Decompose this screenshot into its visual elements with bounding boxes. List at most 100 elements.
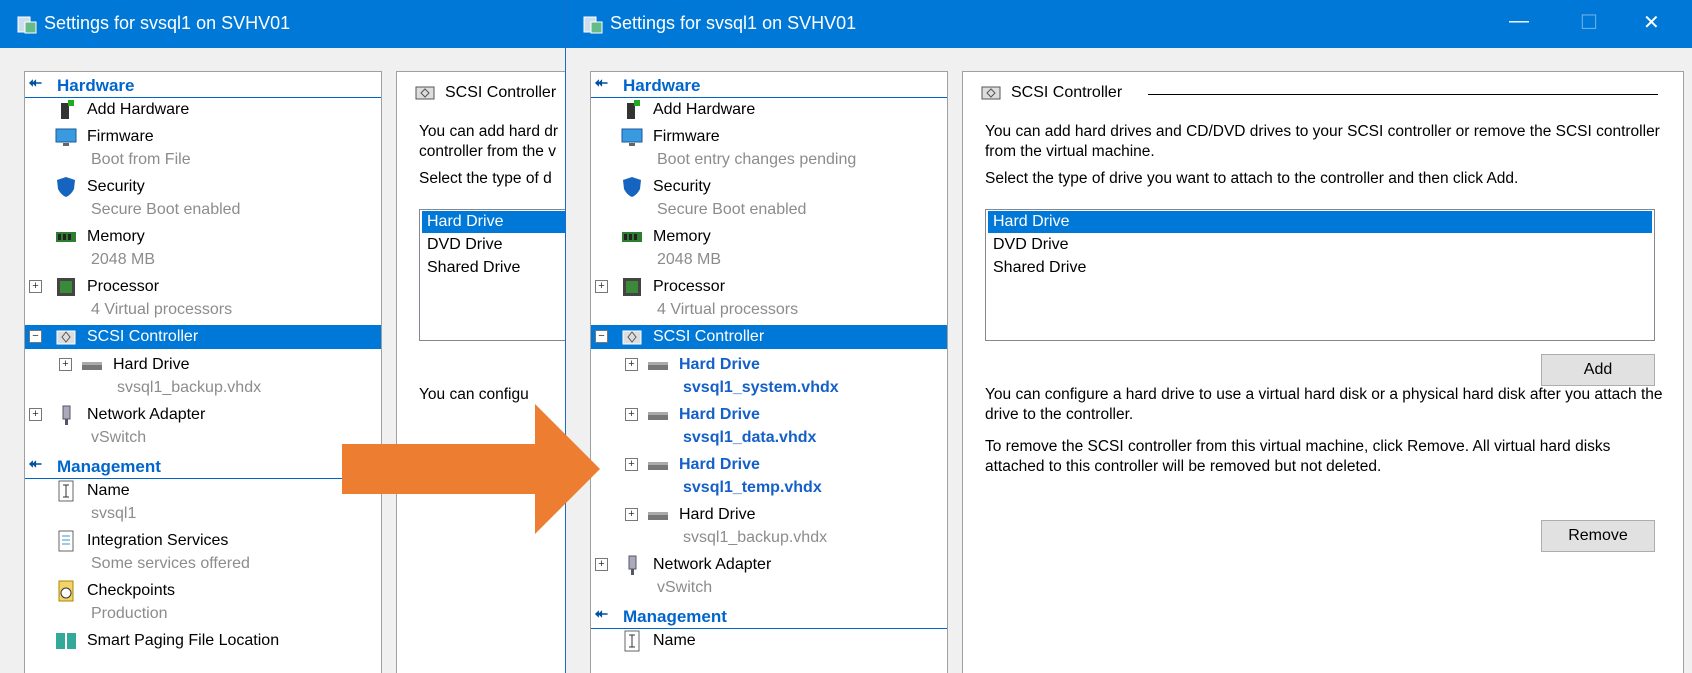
maximize-icon[interactable]: ☐: [1580, 10, 1598, 35]
shield-icon: [623, 177, 641, 197]
drive-type-list[interactable]: Hard Drive DVD Drive Shared Drive: [985, 209, 1655, 341]
nav-item-memory[interactable]: Memory: [591, 225, 947, 249]
configure-text: You can configu: [419, 386, 529, 403]
memory-detail: 2048 MB: [657, 251, 722, 268]
nav-item-hard-drive-backup[interactable]: + Hard Drive: [591, 503, 947, 527]
detail-heading: SCSI Controller: [415, 84, 556, 102]
name-detail: svsql1: [91, 505, 137, 522]
firmware-icon: [55, 128, 77, 146]
drive-type-list[interactable]: Hard Drive DVD Drive Shared Drive: [419, 209, 565, 341]
collapse-chevron-icon[interactable]: ⯬: [29, 455, 42, 473]
nav-item-name[interactable]: Name: [591, 629, 947, 653]
expand-icon[interactable]: +: [29, 280, 42, 293]
nav-item-security[interactable]: Security: [25, 175, 381, 199]
settings-nav-pane[interactable]: ⯬ Hardware Add Hardware Firmware Boot fr…: [24, 71, 382, 673]
collapse-chevron-icon[interactable]: ⯬: [595, 74, 608, 92]
firmware-detail: Boot from File: [91, 151, 191, 168]
nav-item-security[interactable]: Security: [591, 175, 947, 199]
heading-divider: [1148, 94, 1658, 95]
management-section-header[interactable]: ⯬ Management: [25, 453, 381, 479]
expand-icon[interactable]: +: [595, 558, 608, 571]
expand-icon[interactable]: +: [625, 508, 638, 521]
settings-nav-pane[interactable]: ⯬ Hardware Add Hardware Firmware Boot en…: [590, 71, 948, 673]
drive-type-option[interactable]: Shared Drive: [422, 257, 565, 279]
processor-detail: 4 Virtual processors: [657, 301, 799, 318]
configure-text: You can configure a hard drive to use a …: [985, 386, 1663, 423]
collapse-chevron-icon[interactable]: ⯬: [29, 74, 42, 92]
drive-type-option[interactable]: Hard Drive: [988, 211, 1652, 233]
nav-item-memory[interactable]: Memory: [25, 225, 381, 249]
nav-item-hard-drive-system[interactable]: + Hard Drive: [591, 353, 947, 377]
firmware-detail: Boot entry changes pending: [657, 151, 857, 168]
nav-item-firmware[interactable]: Firmware: [591, 125, 947, 149]
expand-icon[interactable]: +: [59, 358, 72, 371]
minimize-icon[interactable]: —: [1509, 10, 1529, 33]
nav-item-integration-services[interactable]: Integration Services: [25, 529, 381, 553]
hyperv-settings-icon: [17, 16, 37, 34]
back-settings-window: Settings for svsql1 on SVHV01 ⯬ Hardware…: [0, 0, 565, 673]
nav-item-hard-drive-data[interactable]: + Hard Drive: [591, 403, 947, 427]
add-hardware-icon: [627, 100, 640, 119]
nav-item-network-adapter[interactable]: + Network Adapter: [25, 403, 381, 427]
remove-text: To remove the SCSI controller from this …: [985, 438, 1611, 475]
shield-icon: [57, 177, 75, 197]
security-detail: Secure Boot enabled: [657, 201, 807, 218]
nav-item-processor[interactable]: + Processor: [25, 275, 381, 299]
scsi-controller-icon: [415, 86, 435, 100]
nav-item-name[interactable]: Name: [25, 479, 381, 503]
nav-item-network-adapter[interactable]: + Network Adapter: [591, 553, 947, 577]
network-adapter-detail: vSwitch: [657, 579, 713, 596]
scsi-controller-icon: [981, 86, 1001, 100]
nav-item-firmware[interactable]: Firmware: [25, 125, 381, 149]
drive-type-option[interactable]: Hard Drive: [422, 211, 565, 233]
transition-arrow-icon: [342, 404, 600, 534]
nav-item-processor[interactable]: + Processor: [591, 275, 947, 299]
hardware-section-header[interactable]: ⯬ Hardware: [25, 72, 381, 98]
expand-icon[interactable]: +: [625, 458, 638, 471]
detail-pane: SCSI Controller You can add hard dr contr…: [396, 71, 565, 673]
intro-text: You can add hard dr controller from the v: [419, 123, 559, 160]
hard-drive-temp-detail: svsql1_temp.vhdx: [683, 479, 822, 496]
expand-icon[interactable]: +: [625, 358, 638, 371]
intro-text: You can add hard drives and CD/DVD drive…: [985, 123, 1660, 160]
hard-drive-icon: [648, 462, 668, 470]
window-title: Settings for svsql1 on SVHV01: [610, 13, 857, 33]
network-adapter-detail: vSwitch: [91, 429, 147, 446]
collapse-chevron-icon[interactable]: ⯬: [595, 605, 608, 623]
expand-icon[interactable]: +: [625, 408, 638, 421]
hard-drive-detail: svsql1_backup.vhdx: [117, 379, 262, 396]
nav-item-hard-drive-temp[interactable]: + Hard Drive: [591, 453, 947, 477]
remove-button[interactable]: Remove: [1541, 520, 1655, 552]
expand-icon[interactable]: +: [29, 408, 42, 421]
management-section-header[interactable]: ⯬ Management: [591, 603, 947, 629]
checkpoints-detail: Production: [91, 605, 168, 622]
close-icon[interactable]: ✕: [1643, 10, 1660, 35]
integration-services-icon: [58, 530, 74, 552]
nav-item-add-hardware[interactable]: Add Hardware: [25, 98, 381, 122]
nav-item-scsi-controller[interactable]: − SCSI Controller: [25, 325, 381, 349]
firmware-icon: [621, 128, 643, 146]
collapse-icon[interactable]: −: [29, 330, 42, 343]
processor-icon: [57, 278, 75, 296]
detail-pane: SCSI Controller You can add hard drives …: [962, 71, 1684, 673]
nav-item-hard-drive[interactable]: + Hard Drive: [25, 353, 381, 377]
add-hardware-icon: [61, 100, 74, 119]
hyperv-settings-icon: [583, 16, 603, 34]
expand-icon[interactable]: +: [595, 280, 608, 293]
drive-type-option[interactable]: DVD Drive: [422, 234, 565, 256]
processor-detail: 4 Virtual processors: [91, 301, 233, 318]
collapse-icon[interactable]: −: [595, 330, 608, 343]
nav-item-smart-paging[interactable]: Smart Paging File Location: [25, 629, 381, 653]
drive-type-option[interactable]: DVD Drive: [988, 234, 1652, 256]
nav-item-add-hardware[interactable]: Add Hardware: [591, 98, 947, 122]
nav-item-checkpoints[interactable]: Checkpoints: [25, 579, 381, 603]
add-button[interactable]: Add: [1541, 354, 1655, 386]
hard-drive-icon: [648, 512, 668, 520]
nav-item-scsi-controller[interactable]: − SCSI Controller: [591, 325, 947, 349]
hard-drive-data-detail: svsql1_data.vhdx: [683, 429, 817, 446]
name-icon: [624, 630, 640, 652]
scsi-controller-icon: [622, 330, 642, 345]
hardware-section-header[interactable]: ⯬ Hardware: [591, 72, 947, 98]
detail-heading: SCSI Controller: [981, 84, 1122, 102]
drive-type-option[interactable]: Shared Drive: [988, 257, 1652, 279]
